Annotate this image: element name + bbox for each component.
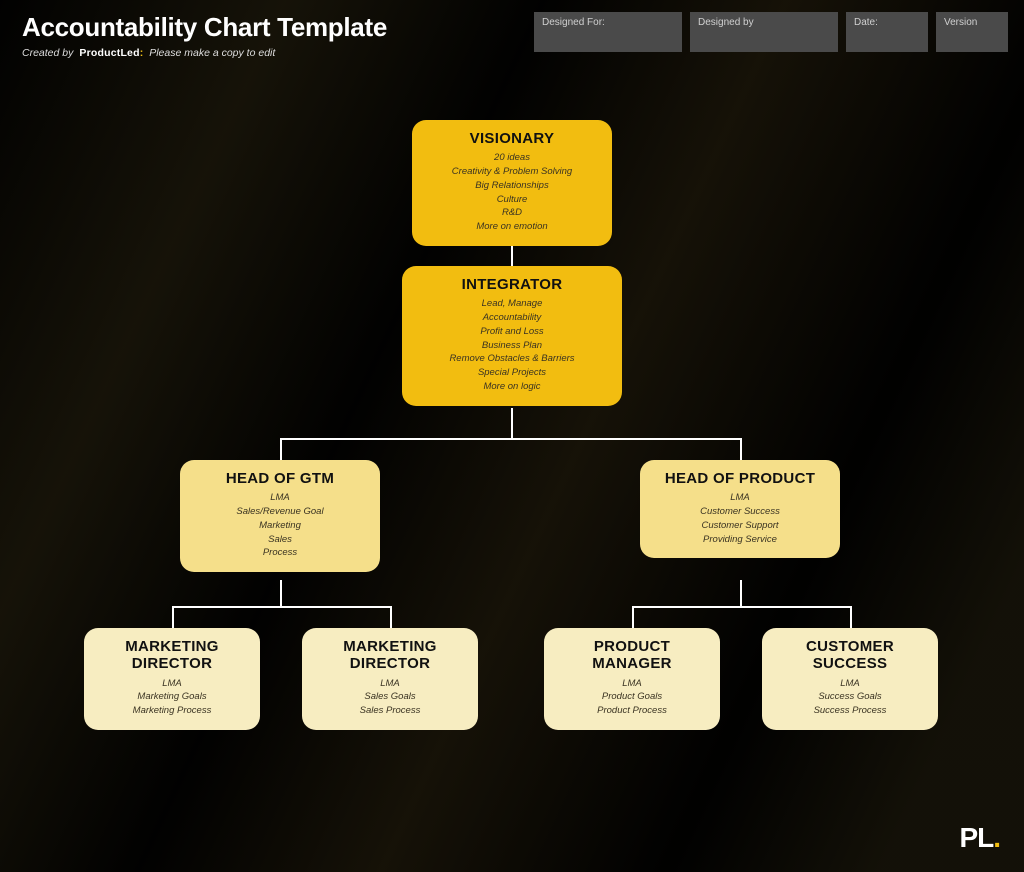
node-title: MARKETING DIRECTOR xyxy=(92,638,252,673)
node-marketing-director-2: MARKETING DIRECTOR LMASales GoalsSales P… xyxy=(302,628,478,730)
version-box[interactable]: Version xyxy=(936,12,1008,52)
node-head-gtm: HEAD OF GTM LMASales/Revenue GoalMarketi… xyxy=(180,460,380,572)
connector xyxy=(390,606,392,628)
node-marketing-director-1: MARKETING DIRECTOR LMAMarketing GoalsMar… xyxy=(84,628,260,730)
node-title: VISIONARY xyxy=(420,130,604,147)
brand-name: ProductLed xyxy=(79,47,139,59)
node-title: INTEGRATOR xyxy=(410,276,614,293)
header: Accountability Chart Template Created by… xyxy=(22,12,1008,59)
version-label: Version xyxy=(944,17,977,28)
node-customer-success: CUSTOMER SUCCESS LMASuccess GoalsSuccess… xyxy=(762,628,938,730)
node-items: 20 ideasCreativity & Problem SolvingBig … xyxy=(420,151,604,234)
page-subtitle: Created by ProductLed: Please make a cop… xyxy=(22,47,387,59)
node-items: LMASales/Revenue GoalMarketingSalesProce… xyxy=(188,491,372,560)
designed-by-label: Designed by xyxy=(698,17,754,28)
node-integrator: INTEGRATOR Lead, ManageAccountabilityPro… xyxy=(402,266,622,406)
created-by-prefix: Created by xyxy=(22,47,73,59)
node-visionary: VISIONARY 20 ideasCreativity & Problem S… xyxy=(412,120,612,246)
connector xyxy=(280,438,740,440)
node-head-product: HEAD OF PRODUCT LMACustomer SuccessCusto… xyxy=(640,460,840,558)
designed-for-box[interactable]: Designed For: xyxy=(534,12,682,52)
node-title: MARKETING DIRECTOR xyxy=(310,638,470,673)
connector xyxy=(511,408,513,438)
date-box[interactable]: Date: xyxy=(846,12,928,52)
connector xyxy=(632,606,634,628)
title-block: Accountability Chart Template Created by… xyxy=(22,12,387,59)
node-title: PRODUCT MANAGER xyxy=(552,638,712,673)
node-items: LMAProduct GoalsProduct Process xyxy=(552,677,712,718)
designed-by-box[interactable]: Designed by xyxy=(690,12,838,52)
node-items: Lead, ManageAccountabilityProfit and Los… xyxy=(410,297,614,393)
node-items: LMASuccess GoalsSuccess Process xyxy=(770,677,930,718)
brand-dot-icon: : xyxy=(140,47,144,59)
node-title: HEAD OF PRODUCT xyxy=(648,470,832,487)
connector xyxy=(740,438,742,460)
node-items: LMAMarketing GoalsMarketing Process xyxy=(92,677,252,718)
brand-logo-dot-icon: . xyxy=(993,822,1000,853)
connector xyxy=(172,606,390,608)
org-chart: VISIONARY 20 ideasCreativity & Problem S… xyxy=(0,120,1024,872)
meta-boxes: Designed For: Designed by Date: Version xyxy=(534,12,1008,52)
page-title: Accountability Chart Template xyxy=(22,12,387,43)
connector xyxy=(850,606,852,628)
node-title: HEAD OF GTM xyxy=(188,470,372,487)
node-items: LMACustomer SuccessCustomer SupportProvi… xyxy=(648,491,832,546)
connector xyxy=(172,606,174,628)
connector xyxy=(632,606,850,608)
node-product-manager: PRODUCT MANAGER LMAProduct GoalsProduct … xyxy=(544,628,720,730)
node-items: LMASales GoalsSales Process xyxy=(310,677,470,718)
node-title: CUSTOMER SUCCESS xyxy=(770,638,930,673)
designed-for-label: Designed For: xyxy=(542,17,605,28)
connector xyxy=(280,580,282,606)
brand-logo: PL. xyxy=(959,822,1000,854)
connector xyxy=(280,438,282,460)
connector xyxy=(740,580,742,606)
date-label: Date: xyxy=(854,17,878,28)
copy-note: Please make a copy to edit xyxy=(149,47,275,59)
